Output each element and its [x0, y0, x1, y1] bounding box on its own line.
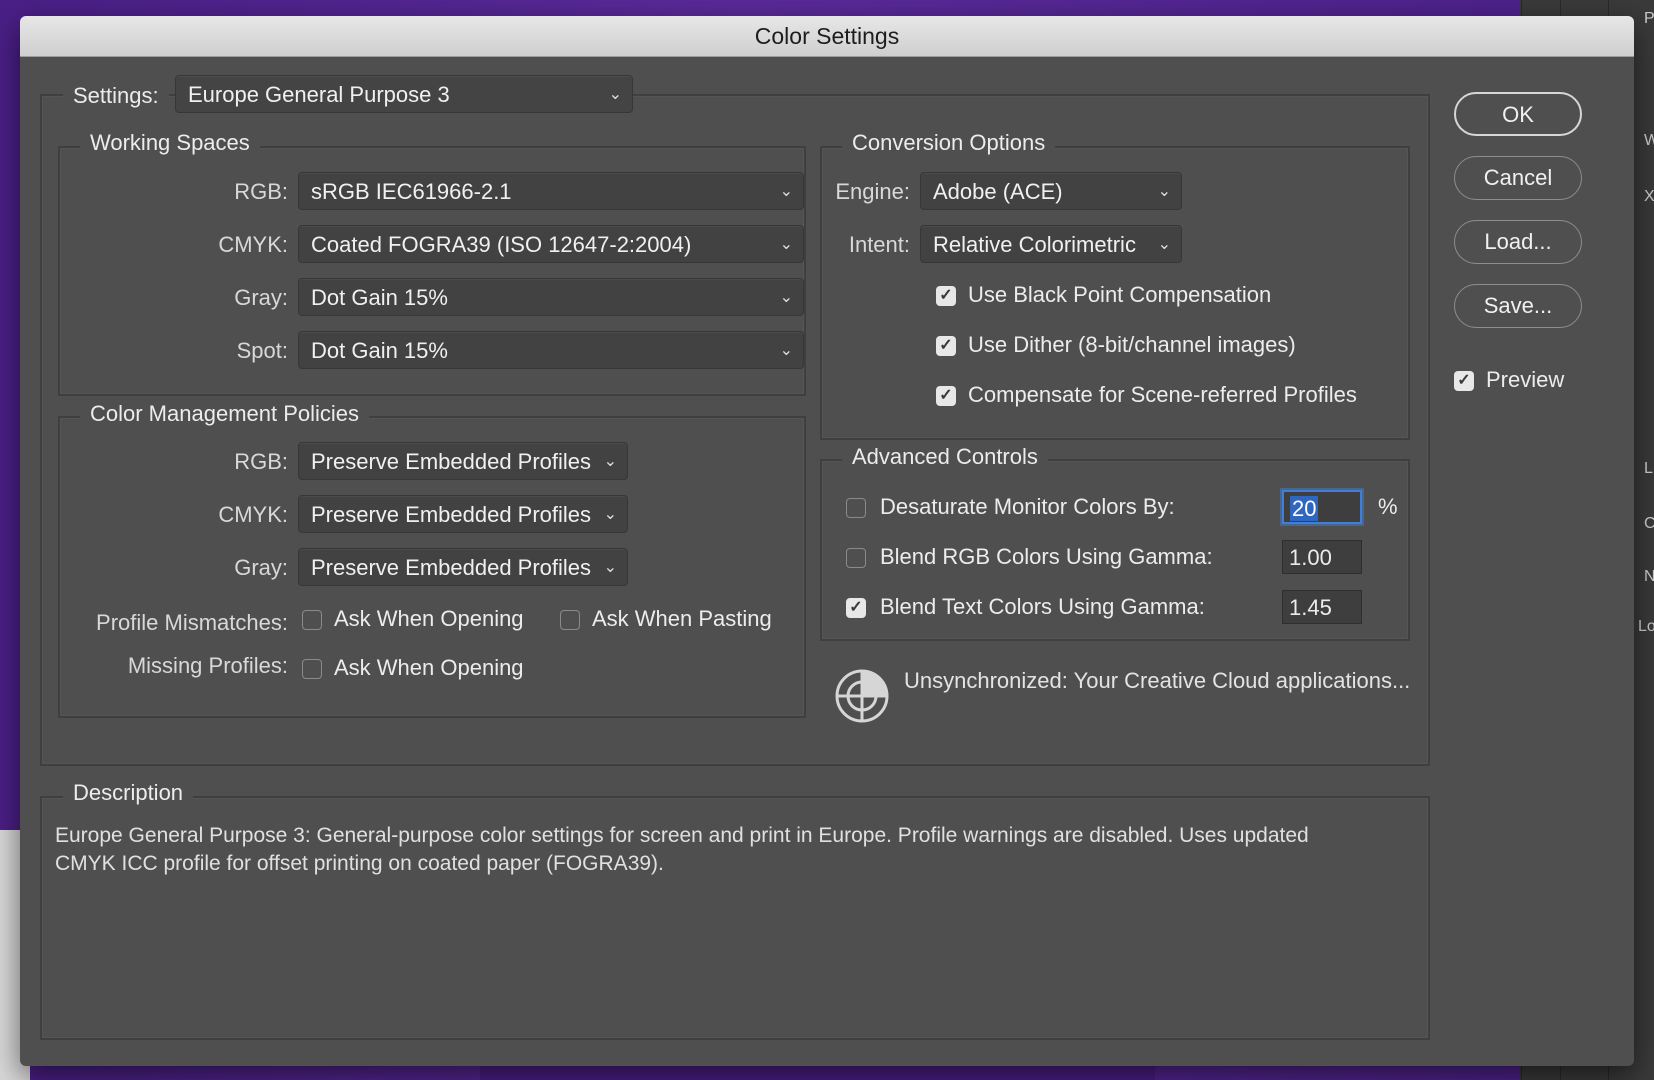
cancel-button[interactable]: Cancel: [1454, 156, 1582, 200]
description-title: Description: [63, 780, 194, 806]
missing-ask-when-opening-checkbox[interactable]: ✓: [302, 659, 322, 679]
ok-button[interactable]: OK: [1454, 92, 1582, 136]
background-edge-letter: Lo: [1638, 618, 1654, 635]
load-button[interactable]: Load...: [1454, 220, 1582, 264]
policy-rgb-label: RGB:: [234, 449, 288, 474]
scene-referred-label: Compensate for Scene-referred Profiles: [968, 382, 1357, 407]
blend-rgb-label: Blend RGB Colors Using Gamma:: [880, 544, 1213, 569]
desaturate-input[interactable]: 20: [1282, 490, 1362, 524]
ws-rgb-label: RGB:: [234, 179, 288, 204]
ws-spot-select[interactable]: Dot Gain 15% ⌄: [298, 331, 804, 369]
missing-ask-when-opening-label: Ask When Opening: [334, 655, 524, 680]
advanced-title: Advanced Controls: [842, 444, 1048, 470]
ask-when-opening-checkbox[interactable]: ✓: [302, 610, 322, 630]
chevron-down-icon: ⌄: [779, 183, 793, 200]
policy-rgb-value: Preserve Embedded Profiles: [311, 449, 592, 474]
profile-mismatches-label: Profile Mismatches:: [96, 610, 288, 635]
black-point-label: Use Black Point Compensation: [968, 282, 1272, 307]
background-edge-letter: N: [1644, 568, 1654, 585]
desaturate-value: 20: [1290, 496, 1319, 521]
blend-rgb-input[interactable]: 1.00: [1282, 540, 1362, 574]
ask-when-pasting-checkbox[interactable]: ✓: [560, 610, 580, 630]
policy-gray-value: Preserve Embedded Profiles: [311, 555, 592, 580]
chevron-down-icon: ⌄: [1157, 183, 1171, 200]
ws-gray-select[interactable]: Dot Gain 15% ⌄: [298, 278, 804, 316]
background-edge-letter: W: [1644, 132, 1654, 149]
intent-label: Intent:: [848, 232, 910, 257]
chevron-down-icon: ⌄: [1157, 236, 1171, 253]
background-edge-letter: P: [1644, 10, 1654, 27]
chevron-down-icon: ⌄: [603, 559, 617, 576]
working-spaces-title: Working Spaces: [80, 130, 260, 156]
preview-label: Preview: [1486, 367, 1565, 392]
settings-select[interactable]: Europe General Purpose 3 ⌄: [175, 75, 633, 113]
intent-value: Relative Colorimetric: [933, 232, 1136, 257]
ws-spot-value: Dot Gain 15%: [311, 338, 448, 363]
ws-gray-label: Gray:: [234, 285, 288, 310]
ask-when-pasting-label: Ask When Pasting: [592, 606, 772, 631]
window-title: Color Settings: [20, 16, 1634, 57]
policies-title: Color Management Policies: [80, 401, 370, 427]
engine-value: Adobe (ACE): [933, 179, 1063, 204]
chevron-down-icon: ⌄: [779, 289, 793, 306]
blend-text-checkbox[interactable]: ✓: [846, 598, 866, 618]
chevron-down-icon: ⌄: [603, 506, 617, 523]
ws-cmyk-label: CMYK:: [218, 232, 288, 257]
policy-cmyk-label: CMYK:: [218, 502, 288, 527]
percent-unit: %: [1378, 494, 1398, 519]
ws-gray-value: Dot Gain 15%: [311, 285, 448, 310]
desaturate-checkbox[interactable]: ✓: [846, 498, 866, 518]
preview-checkbox[interactable]: ✓: [1454, 371, 1474, 391]
ws-rgb-select[interactable]: sRGB IEC61966-2.1 ⌄: [298, 172, 804, 210]
ws-cmyk-value: Coated FOGRA39 (ISO 12647-2:2004): [311, 232, 692, 257]
settings-value: Europe General Purpose 3: [188, 82, 450, 107]
blend-rgb-checkbox[interactable]: ✓: [846, 548, 866, 568]
blend-text-input[interactable]: 1.45: [1282, 590, 1362, 624]
engine-select[interactable]: Adobe (ACE) ⌄: [920, 172, 1182, 210]
desaturate-label: Desaturate Monitor Colors By:: [880, 494, 1175, 519]
background-edge-letter: C: [1644, 515, 1654, 532]
save-button[interactable]: Save...: [1454, 284, 1582, 328]
engine-label: Engine:: [835, 179, 910, 204]
policy-gray-label: Gray:: [234, 555, 288, 580]
ws-cmyk-select[interactable]: Coated FOGRA39 (ISO 12647-2:2004) ⌄: [298, 225, 804, 263]
chevron-down-icon: ⌄: [779, 236, 793, 253]
dither-label: Use Dither (8-bit/channel images): [968, 332, 1296, 357]
ask-when-opening-label: Ask When Opening: [334, 606, 524, 631]
ws-rgb-value: sRGB IEC61966-2.1: [311, 179, 512, 204]
policy-rgb-select[interactable]: Preserve Embedded Profiles ⌄: [298, 442, 628, 480]
missing-profiles-label: Missing Profiles:: [127, 653, 288, 678]
dither-checkbox[interactable]: ✓: [936, 336, 956, 356]
intent-select[interactable]: Relative Colorimetric ⌄: [920, 225, 1182, 263]
black-point-checkbox[interactable]: ✓: [936, 286, 956, 306]
chevron-down-icon: ⌄: [603, 453, 617, 470]
sync-status-text: Unsynchronized: Your Creative Cloud appl…: [904, 668, 1411, 693]
policy-cmyk-value: Preserve Embedded Profiles: [311, 502, 592, 527]
settings-label: Settings:: [73, 83, 159, 108]
description-text: Europe General Purpose 3: General-purpos…: [55, 824, 1309, 875]
chevron-down-icon: ⌄: [608, 86, 622, 103]
scene-referred-checkbox[interactable]: ✓: [936, 386, 956, 406]
color-settings-dialog: Color Settings Settings: Europe General …: [20, 16, 1634, 1066]
background-edge-letter: L: [1644, 460, 1653, 477]
blend-text-label: Blend Text Colors Using Gamma:: [880, 594, 1205, 619]
conversion-title: Conversion Options: [842, 130, 1056, 156]
policy-gray-select[interactable]: Preserve Embedded Profiles ⌄: [298, 548, 628, 586]
chevron-down-icon: ⌄: [779, 342, 793, 359]
ws-spot-label: Spot:: [236, 338, 288, 363]
settings-row: Settings:: [63, 80, 169, 120]
background-edge-letter: X: [1644, 188, 1654, 205]
sync-status-icon: [834, 668, 890, 724]
policy-cmyk-select[interactable]: Preserve Embedded Profiles ⌄: [298, 495, 628, 533]
